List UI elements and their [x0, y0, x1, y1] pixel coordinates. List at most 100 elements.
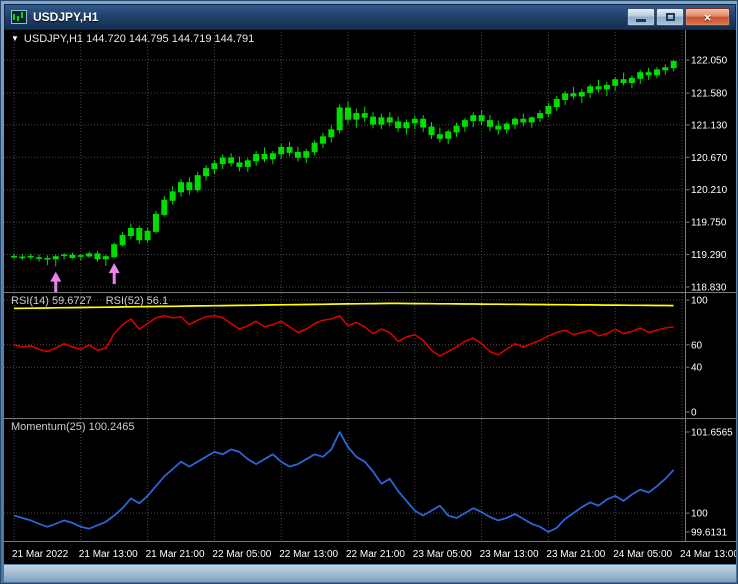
rsi-axis-label[interactable]: 60 [691, 340, 703, 351]
momentum-axis-label[interactable]: 100 [691, 509, 708, 520]
chart-area[interactable]: 122.050 121.580 121.130 120.670 120.210 119.7… [4, 30, 736, 564]
buy-arrow-icon[interactable] [109, 263, 120, 273]
buy-arrow-icon[interactable] [50, 272, 61, 282]
candle-body [362, 114, 367, 118]
candle-body [596, 87, 601, 89]
candle-body [245, 161, 250, 167]
time-axis-label[interactable]: 24 Mar 05:00 [613, 549, 672, 560]
candle-body [671, 61, 676, 67]
candle-body [504, 124, 509, 129]
candle-body [621, 80, 626, 83]
price-axis-label[interactable]: 120.670 [691, 153, 728, 164]
candle-body [279, 147, 284, 153]
candle-body [563, 94, 568, 100]
candle-body [529, 118, 534, 122]
rsi-axis-label[interactable]: 0 [691, 408, 697, 419]
time-axis-label[interactable]: 21 Mar 13:00 [79, 549, 138, 560]
rsi-axis-label[interactable]: 40 [691, 363, 703, 374]
minimize-button[interactable] [627, 8, 655, 26]
time-axis-label[interactable]: 22 Mar 21:00 [346, 549, 405, 560]
rsi-fast-line [14, 316, 674, 356]
time-axis-label[interactable]: 23 Mar 05:00 [413, 549, 472, 560]
candle-body [145, 231, 150, 239]
candle-body [295, 152, 300, 157]
ohlc-readout: USDJPY,H1 144.720 144.795 144.719 144.79… [24, 33, 254, 45]
candle-body [287, 147, 292, 152]
time-axis-label[interactable]: 23 Mar 21:00 [546, 549, 605, 560]
candle-body [387, 118, 392, 122]
candle-body [437, 135, 442, 139]
candle-body [646, 73, 651, 75]
candle-body [638, 73, 643, 79]
candle-body [262, 154, 267, 158]
restore-icon [666, 13, 675, 21]
candle-body [479, 116, 484, 121]
candle-body [87, 254, 92, 256]
candle-body [588, 87, 593, 93]
candle-body [70, 255, 75, 257]
price-axis-label[interactable]: 118.830 [691, 283, 727, 294]
candle-body [454, 126, 459, 132]
rsi-pane-label: RSI(14) 59.6727 RSI(52) 56.1 [11, 295, 182, 307]
candle-body [95, 254, 100, 259]
price-axis-label[interactable]: 119.290 [691, 250, 727, 261]
candle-body [462, 121, 467, 127]
titlebar[interactable]: USDJPY,H1 × [4, 4, 736, 30]
rsi-fast-label: RSI(14) 59.6727 [11, 295, 92, 307]
candle-body [513, 119, 518, 124]
candle-body [654, 70, 659, 75]
time-axis-label[interactable]: 22 Mar 13:00 [279, 549, 338, 560]
candle-body [153, 214, 158, 231]
time-axis-label[interactable]: 23 Mar 13:00 [480, 549, 539, 560]
rsi-axis-label[interactable]: 100 [691, 296, 708, 307]
candle-body [53, 257, 58, 259]
restore-button[interactable] [656, 8, 684, 26]
price-axis-label[interactable]: 121.130 [691, 120, 728, 131]
momentum-axis-label[interactable]: 99.6131 [691, 528, 728, 539]
minimize-icon [636, 19, 646, 22]
window-title: USDJPY,H1 [33, 10, 627, 24]
candle-body [312, 143, 317, 151]
price-axis-label[interactable]: 120.210 [691, 185, 728, 196]
close-icon: × [704, 10, 712, 25]
candle-body [429, 127, 434, 135]
candle-body [128, 228, 133, 235]
candle-body [187, 183, 192, 190]
candle-body [220, 158, 225, 164]
candle-body [237, 163, 242, 167]
collapse-caret-icon[interactable]: ▼ [11, 34, 19, 43]
candle-body [371, 117, 376, 124]
candle-body [320, 137, 325, 143]
price-axis-label[interactable]: 121.580 [691, 89, 728, 100]
candle-body [487, 121, 492, 127]
price-axis-label[interactable]: 119.750 [691, 218, 727, 229]
close-button[interactable]: × [685, 8, 730, 26]
time-axis-label[interactable]: 24 Mar 13:00 [680, 549, 736, 560]
candle-body [404, 123, 409, 128]
candle-body [229, 158, 234, 163]
time-axis-label[interactable]: 22 Mar 05:00 [212, 549, 271, 560]
candle-body [212, 164, 217, 169]
momentum-pane-label: Momentum(25) 100.2465 [11, 421, 135, 433]
candle-body [179, 183, 184, 192]
candle-body [195, 176, 200, 190]
time-axis-label[interactable]: 21 Mar 2022 [12, 549, 69, 560]
candle-body [379, 118, 384, 124]
candle-body [421, 119, 426, 127]
candle-body [204, 169, 209, 176]
candle-body [120, 236, 125, 245]
candle-body [546, 107, 551, 114]
candle-body [663, 68, 668, 70]
price-axis-label[interactable]: 122.050 [691, 56, 728, 67]
candle-body [354, 114, 359, 120]
momentum-line [14, 432, 674, 532]
candle-body [579, 92, 584, 96]
chart-window: USDJPY,H1 × 122.050 121.580 121.130 120.670… [0, 0, 738, 584]
rsi-slow-label: RSI(52) 56.1 [106, 295, 168, 307]
candle-body [604, 85, 609, 89]
candle-body [137, 228, 142, 239]
candle-body [396, 122, 401, 128]
time-axis-label[interactable]: 21 Mar 21:00 [146, 549, 205, 560]
momentum-axis-label[interactable]: 101.6565 [691, 428, 733, 439]
window-controls: × [627, 8, 730, 26]
